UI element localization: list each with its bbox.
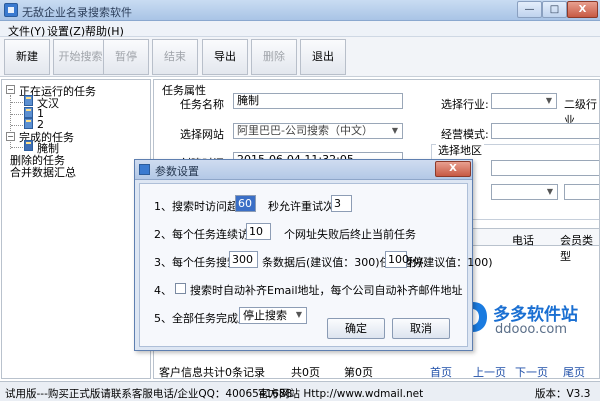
task-file-icon: [24, 118, 33, 129]
pause-button[interactable]: 暂停: [103, 39, 149, 75]
official-site[interactable]: 官方网站 Http://www.wdmail.net: [258, 386, 423, 401]
dialog-body: 1、搜索时访问超时 60 秒允许重试次数 3 2、每个任务连续访问 10 个网址…: [139, 183, 493, 347]
consecutive-suffix: 个网址失败后终止当前任务: [284, 228, 416, 241]
region-title: 选择地区: [436, 142, 484, 158]
task-tree: − 正在运行的任务 文汉 1 2 − 完成的任务 腌制 删除的任务 合并数据汇总: [1, 79, 151, 379]
last-page-link[interactable]: 尾页: [563, 364, 585, 380]
col-member-type[interactable]: 会员类型: [560, 232, 599, 264]
close-button[interactable]: X: [567, 1, 598, 18]
task-name-input[interactable]: 腌制: [233, 93, 403, 109]
title-bar: 无敌企业名录搜索软件 — □ X: [0, 0, 600, 21]
batch-input[interactable]: 300: [229, 251, 258, 268]
settings-dialog: 参数设置 X 1、搜索时访问超时 60 秒允许重试次数 3 2、每个任务连续访问…: [134, 159, 493, 351]
record-summary: 客户信息共计0条记录: [159, 366, 265, 379]
menu-bar: 文件(Y) 设置(Z) 帮助(H): [0, 21, 600, 38]
consecutive-input[interactable]: 10: [246, 223, 271, 240]
task-file-icon: [24, 140, 33, 151]
chevron-down-icon: ▼: [295, 310, 303, 319]
mode-input[interactable]: [491, 123, 599, 139]
chevron-down-icon: ▼: [545, 96, 553, 105]
autofill-number: 4、: [154, 284, 172, 297]
region-select[interactable]: ▼: [491, 184, 558, 200]
after-all-label: 5、全部任务完成后: [154, 312, 249, 325]
current-page: 第0页: [344, 366, 373, 379]
minimize-button[interactable]: —: [517, 1, 542, 18]
dialog-title-bar: 参数设置 X: [135, 160, 472, 180]
tree-node-merge[interactable]: 合并数据汇总: [10, 164, 76, 180]
toolbar: 新建 开始搜索 暂停 结束 导出 删除 退出: [0, 37, 600, 77]
cancel-button[interactable]: 取消: [392, 318, 450, 339]
window-title: 无敌企业名录搜索软件: [22, 6, 132, 19]
task-file-icon: [24, 95, 33, 106]
mode-label: 经营模式:: [441, 128, 489, 141]
stop-button[interactable]: 结束: [152, 39, 198, 75]
next-page-link[interactable]: 下一页: [515, 364, 548, 380]
start-search-button[interactable]: 开始搜索: [53, 39, 108, 75]
site-value: 阿里巴巴-公司搜索（中文）: [237, 124, 373, 137]
ok-button[interactable]: 确定: [327, 318, 385, 339]
task-file-icon: [24, 107, 33, 118]
site-select[interactable]: 阿里巴巴-公司搜索（中文） ▼: [233, 123, 403, 139]
delete-button[interactable]: 删除: [251, 39, 297, 75]
collapse-icon[interactable]: −: [6, 85, 15, 94]
task-name-label: 任务名称: [180, 98, 224, 111]
collapse-icon[interactable]: −: [6, 132, 15, 141]
chevron-down-icon: ▼: [391, 126, 399, 135]
industry-label: 选择行业:: [441, 98, 489, 111]
dialog-close-button[interactable]: X: [435, 161, 471, 177]
export-button[interactable]: 导出: [202, 39, 248, 75]
trial-notice: 试用版---购买正式版请联系客服电话/企业QQ：4006541688: [5, 388, 293, 400]
retry-input[interactable]: 3: [331, 195, 352, 212]
site-label: 选择网站: [180, 128, 224, 141]
after-all-select[interactable]: 停止搜索 ▼: [239, 307, 307, 324]
autofill-email-checkbox[interactable]: [175, 283, 186, 294]
maximize-button[interactable]: □: [542, 1, 567, 18]
region-input[interactable]: [491, 160, 599, 176]
status-bar: 试用版---购买正式版请联系客服电话/企业QQ：4006541688 官方网站 …: [0, 381, 600, 401]
new-button[interactable]: 新建: [4, 39, 50, 75]
batch-label: 3、每个任务搜索: [154, 256, 238, 269]
watermark: 多多软件站 ddooo.com: [455, 296, 590, 342]
watermark-domain: ddooo.com: [495, 322, 568, 337]
region-sub-select[interactable]: [564, 184, 599, 200]
first-page-link[interactable]: 首页: [430, 364, 452, 380]
pause-suffix: 秒(建议值：100): [408, 256, 493, 269]
col-phone[interactable]: 电话: [512, 232, 534, 248]
dialog-title: 参数设置: [155, 165, 199, 178]
industry-select[interactable]: ▼: [491, 93, 557, 109]
after-all-value: 停止搜索: [243, 309, 287, 322]
dialog-app-icon: [139, 164, 150, 175]
chevron-down-icon: ▼: [546, 187, 554, 196]
total-pages: 共0页: [291, 366, 320, 379]
timeout-input[interactable]: 60: [235, 195, 256, 212]
version-label: 版本：V3.3: [535, 388, 591, 400]
consecutive-label: 2、每个任务连续访问: [154, 228, 260, 241]
exit-button[interactable]: 退出: [300, 39, 346, 75]
app-icon: [4, 3, 18, 17]
prev-page-link[interactable]: 上一页: [473, 364, 506, 380]
pause-input[interactable]: 100: [385, 251, 409, 268]
autofill-email-label: 搜索时自动补齐Email地址，每个公司自动补齐邮件地址: [190, 284, 463, 297]
